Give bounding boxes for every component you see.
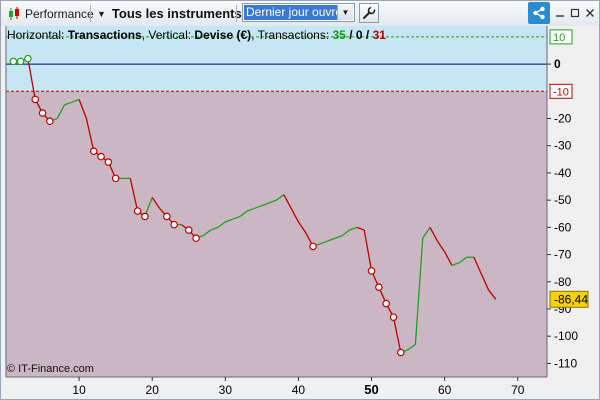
instruments-label: Tous les instruments — [111, 6, 242, 21]
trade-marker — [382, 299, 390, 308]
trade-marker — [46, 117, 54, 126]
trade-marker — [375, 283, 383, 292]
vertical-value: Devise (€) — [194, 28, 252, 42]
x-tick-label: 50 — [364, 382, 378, 397]
y-tick-label: -100 — [554, 329, 578, 343]
y-tick-label: -50 — [554, 193, 572, 207]
wrench-icon — [363, 6, 376, 19]
period-select[interactable]: Dernier jour ouvré ▼ — [242, 3, 355, 22]
trade-marker — [111, 174, 120, 183]
transactions-prefix: , Transactions: — [251, 28, 333, 42]
trade-marker — [24, 54, 32, 63]
loss-count: 31 — [372, 28, 386, 42]
separator-2: / — [362, 28, 373, 42]
x-tick-label: 10 — [72, 383, 86, 397]
performance-label: Performance — [25, 6, 94, 21]
close-icon — [586, 9, 594, 17]
y-tick-label: -20 — [554, 112, 572, 126]
threshold-label: 10 — [553, 32, 565, 44]
trade-marker — [396, 348, 405, 357]
y-tick-label: -110 — [554, 356, 577, 370]
lower-zone — [6, 91, 547, 378]
last-value-label: -86,44 — [554, 292, 588, 306]
horizontal-prefix: Horizontal: — [7, 28, 68, 42]
trade-marker — [97, 152, 105, 161]
y-tick-label: -40 — [554, 166, 572, 180]
trade-marker — [170, 220, 178, 229]
trade-marker — [184, 226, 193, 234]
neutral-count: 0 — [355, 28, 363, 42]
y-tick-label: -30 — [554, 139, 572, 153]
candlestick-icon — [7, 6, 21, 22]
trade-marker — [141, 212, 149, 221]
close-button[interactable] — [583, 5, 597, 21]
trade-marker — [31, 95, 40, 104]
share-button[interactable] — [528, 2, 550, 24]
x-tick-label: 60 — [438, 383, 452, 397]
maximize-button[interactable] — [568, 5, 582, 21]
trade-marker — [104, 158, 113, 166]
x-tick-label: 20 — [146, 383, 160, 397]
toolbar: Performance ▼ Tous les instruments Derni… — [1, 1, 599, 27]
horizontal-value: Transactions — [67, 28, 142, 42]
performance-window: Performance ▼ Tous les instruments Derni… — [0, 0, 600, 400]
toolbar-separator — [90, 5, 91, 22]
y-tick-label: -80 — [554, 275, 572, 289]
trade-marker — [367, 267, 376, 275]
vertical-prefix: , Vertical: — [141, 28, 195, 42]
chart-info-bar: Horizontal: Transactions, Vertical: Devi… — [7, 28, 386, 42]
performance-chart: 0-20-30-40-50-60-70-80-90-100-11010-1010… — [1, 26, 599, 399]
y-tick-label: -70 — [554, 248, 572, 262]
trade-marker — [38, 109, 47, 117]
x-tick-label: 70 — [511, 383, 525, 397]
trade-marker — [133, 207, 142, 215]
performance-menu[interactable]: Performance — [7, 1, 94, 26]
y-tick-label: 0 — [554, 57, 561, 71]
trade-marker — [163, 212, 171, 221]
toolbar-separator — [236, 5, 237, 22]
win-count: 35 — [332, 28, 346, 42]
separator-1: / — [345, 28, 356, 42]
settings-button[interactable] — [359, 3, 379, 23]
copyright-label: © IT-Finance.com — [7, 363, 94, 375]
x-tick-label: 30 — [219, 383, 233, 397]
chevron-down-icon[interactable]: ▼ — [337, 5, 353, 20]
maximize-icon — [570, 8, 580, 18]
instruments-menu[interactable]: ▼ Tous les instruments — [97, 1, 242, 26]
trade-marker — [309, 242, 317, 251]
threshold-label: -10 — [553, 86, 569, 98]
x-tick-label: 40 — [292, 383, 306, 397]
trade-marker — [89, 147, 98, 155]
minimize-button[interactable] — [553, 5, 567, 21]
y-tick-label: -60 — [554, 220, 572, 234]
period-select-value: Dernier jour ouvré — [244, 5, 337, 20]
trade-marker — [389, 313, 398, 321]
trade-marker — [192, 234, 200, 243]
share-icon — [533, 6, 545, 20]
trade-marker — [16, 57, 25, 66]
trade-marker — [9, 57, 18, 66]
chevron-down-icon: ▼ — [97, 8, 106, 19]
minimize-icon — [556, 15, 564, 17]
